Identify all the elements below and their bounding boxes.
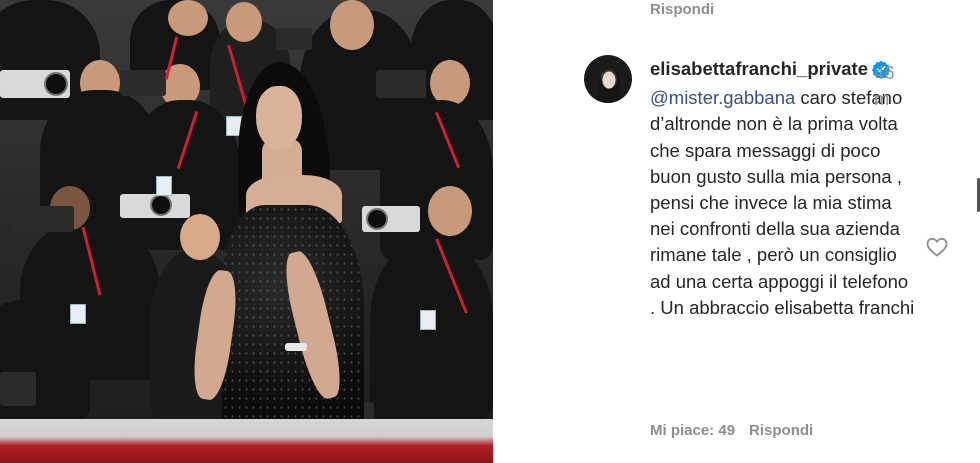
- camera-lens: [44, 72, 68, 96]
- avatar[interactable]: [584, 55, 632, 103]
- avatar-portrait: [596, 65, 621, 103]
- camera: [376, 70, 426, 98]
- reply-button[interactable]: Rispondi: [749, 422, 813, 439]
- camera: [0, 372, 36, 406]
- photographer-head: [180, 214, 220, 260]
- photographer: [370, 240, 493, 420]
- red-carpet: [0, 419, 493, 463]
- heart-icon[interactable]: [925, 235, 949, 259]
- camera: [10, 206, 74, 232]
- photographer-head: [168, 0, 208, 36]
- camera: [276, 28, 312, 50]
- woman-face: [256, 86, 302, 150]
- post-image: [0, 0, 493, 463]
- press-badge: [70, 304, 86, 324]
- press-badge: [156, 176, 172, 196]
- camera-lens: [150, 194, 172, 216]
- bracelet: [285, 343, 307, 351]
- comment-mention-link[interactable]: @mister.gabbana: [650, 87, 795, 108]
- comment-meta: Mi piace: 49 Rispondi: [650, 422, 813, 439]
- photographer-head: [226, 2, 262, 42]
- previous-comment-reply-button[interactable]: Rispondi: [650, 1, 714, 18]
- likes-count[interactable]: Mi piace: 49: [650, 422, 735, 439]
- comment-timestamp[interactable]: 46 m: [874, 60, 900, 112]
- press-badge: [420, 310, 436, 330]
- comment-username[interactable]: elisabettafranchi_private: [650, 58, 868, 79]
- photographer-head: [330, 0, 374, 50]
- camera: [120, 70, 166, 96]
- photographer: [380, 100, 493, 260]
- photographer-head: [428, 186, 472, 236]
- comments-panel: Rispondi elisabettafranchi_private @mist…: [493, 0, 980, 463]
- camera-lens: [366, 208, 388, 230]
- comment-text: caro stefano d’altronde non è la prima v…: [650, 87, 915, 318]
